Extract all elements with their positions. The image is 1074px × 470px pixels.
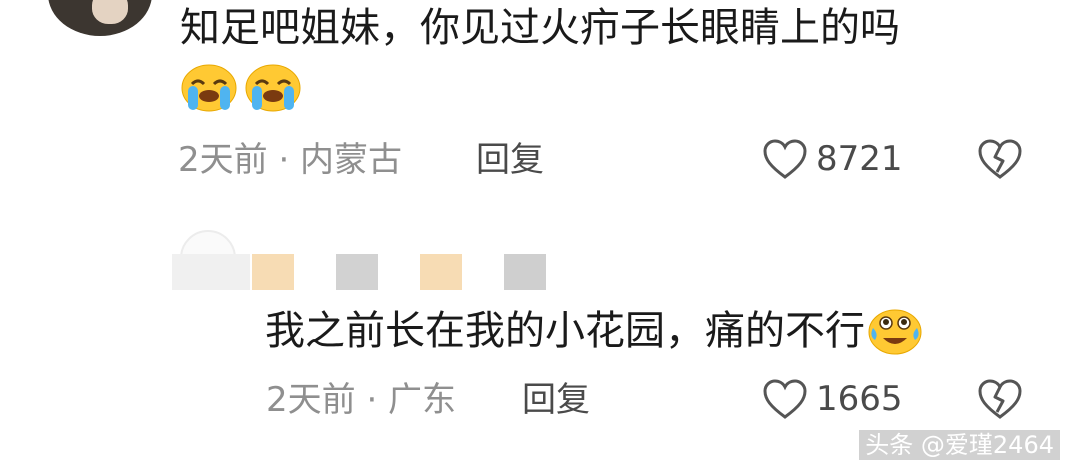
- comment-thread: 知足吧姐妹，你见过火疖子长眼睛上的吗 2天前 · 内蒙古 回复 8721 我之前…: [0, 0, 1074, 470]
- comment-meta: 2天前 · 广东: [266, 380, 457, 420]
- like-button[interactable]: 1665: [762, 378, 903, 420]
- watermark: 头条 @爱瑾2464: [859, 430, 1060, 460]
- like-button[interactable]: 8721: [762, 138, 903, 180]
- heart-icon: [763, 139, 807, 179]
- loudly-crying-face-icon: [245, 64, 301, 112]
- heart-icon: [763, 379, 807, 419]
- avatar[interactable]: [48, 0, 152, 36]
- loudly-crying-face-icon: [181, 64, 237, 112]
- reply-button[interactable]: 回复: [476, 140, 544, 180]
- tears-of-joy-face-icon: [868, 309, 922, 355]
- reply-button[interactable]: 回复: [522, 380, 590, 420]
- comment-text: 知足吧姐妹，你见过火疖子长眼睛上的吗: [180, 5, 900, 51]
- like-count: 1665: [816, 379, 903, 419]
- username-mosaic: [336, 254, 378, 290]
- dislike-button[interactable]: [976, 138, 1024, 180]
- like-count: 8721: [816, 139, 903, 179]
- broken-heart-icon: [978, 139, 1022, 179]
- username-mosaic: [420, 254, 462, 290]
- username-mosaic: [172, 254, 250, 290]
- avatar-face: [92, 0, 128, 24]
- username-mosaic: [252, 254, 294, 290]
- comment-meta: 2天前 · 内蒙古: [178, 140, 403, 180]
- reply-comment: 我之前长在我的小花园，痛的不行: [265, 306, 923, 356]
- dislike-button[interactable]: [976, 378, 1024, 420]
- emoji-row: [180, 62, 302, 112]
- broken-heart-icon: [978, 379, 1022, 419]
- username-mosaic: [504, 254, 546, 290]
- comment-text: 我之前长在我的小花园，痛的不行: [265, 308, 865, 354]
